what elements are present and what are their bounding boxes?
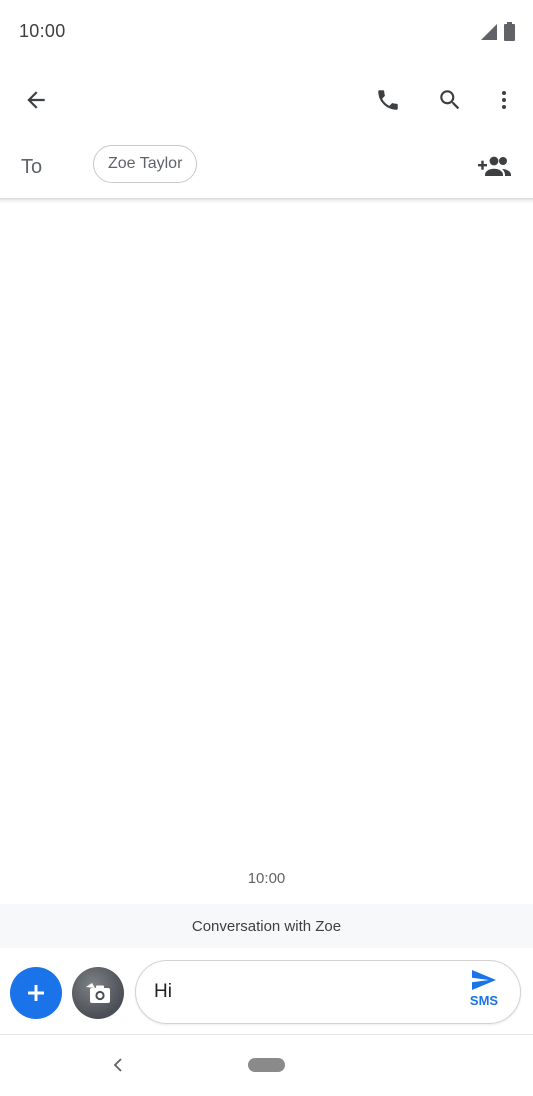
add-people-button[interactable]	[473, 144, 517, 188]
recipient-chip[interactable]: Zoe Taylor	[93, 145, 198, 183]
status-time: 10:00	[19, 21, 66, 41]
status-icons	[480, 22, 515, 41]
app-toolbar	[0, 64, 533, 136]
back-button[interactable]	[12, 76, 60, 124]
conversation-banner: Conversation with Zoe	[0, 904, 533, 948]
plus-icon	[28, 985, 44, 1001]
search-button[interactable]	[426, 76, 474, 124]
chevron-left-icon	[113, 1058, 122, 1072]
search-icon	[440, 90, 460, 110]
message-list[interactable]	[0, 204, 533, 904]
message-timestamp: 10:00	[247, 870, 286, 887]
system-nav-bar	[0, 1034, 533, 1096]
status-bar: 10:00	[0, 0, 533, 64]
add-people-icon	[478, 156, 511, 176]
more-options-button[interactable]	[480, 76, 528, 124]
message-input-text[interactable]: Hi	[154, 981, 172, 1003]
signal-icon	[481, 23, 497, 40]
send-icon	[472, 970, 496, 990]
camera-icon	[86, 983, 110, 1003]
nav-back-button[interactable]	[106, 1053, 130, 1077]
recipient-row: To Zoe Taylor	[0, 136, 533, 198]
phone-icon	[378, 90, 398, 110]
to-label: To	[21, 156, 43, 178]
call-button[interactable]	[364, 76, 412, 124]
more-vert-icon	[502, 91, 506, 109]
message-input[interactable]: Hi SMS	[135, 960, 521, 1024]
compose-bar: Hi SMS	[0, 952, 533, 1034]
send-label: SMS	[469, 993, 499, 1008]
recipient-chip-label: Zoe Taylor	[108, 155, 183, 172]
battery-icon	[504, 22, 515, 41]
add-attachment-button[interactable]	[10, 967, 62, 1019]
nav-home-pill[interactable]	[248, 1058, 285, 1072]
conversation-banner-text: Conversation with Zoe	[191, 917, 342, 935]
arrow-back-icon	[27, 91, 45, 109]
camera-gallery-button[interactable]	[72, 967, 124, 1019]
send-sms-button[interactable]: SMS	[462, 969, 506, 1017]
